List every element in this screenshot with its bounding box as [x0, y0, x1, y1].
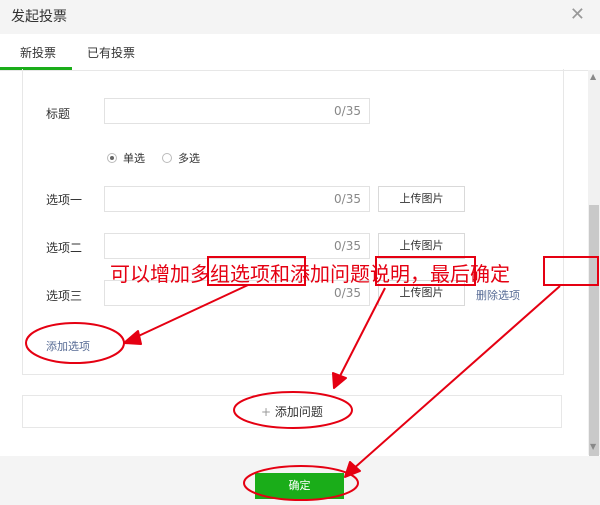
option-input[interactable]: 0/35 [104, 186, 370, 212]
option-label: 选项三 [46, 289, 83, 303]
tab-bar: 新投票 已有投票 [0, 34, 600, 71]
title-input[interactable]: 0/35 [104, 98, 370, 124]
confirm-button[interactable]: 确定 [255, 473, 344, 499]
radio-multi-label: 多选 [178, 152, 200, 165]
annotation-box [207, 256, 306, 286]
option-char-count: 0/35 [334, 192, 361, 206]
title-char-count: 0/35 [334, 104, 361, 118]
option-char-count: 0/35 [334, 286, 361, 300]
annotation-box [543, 256, 599, 286]
radio-checked-icon [107, 153, 117, 163]
radio-single[interactable]: 单选 [107, 150, 145, 166]
annotation-box [375, 256, 476, 286]
option-label: 选项一 [46, 193, 83, 207]
scroll-down-icon[interactable]: ▼ [590, 442, 596, 451]
add-question-label: 添加问题 [274, 405, 323, 419]
dialog-titlebar: 发起投票 ✕ [0, 0, 600, 34]
upload-image-button[interactable]: 上传图片 [378, 186, 465, 212]
option-char-count: 0/35 [334, 239, 361, 253]
close-icon[interactable]: ✕ [570, 4, 585, 25]
radio-multi[interactable]: 多选 [162, 150, 200, 166]
add-question-button[interactable]: + 添加问题 [22, 395, 562, 428]
title-label: 标题 [46, 107, 71, 121]
dialog-title: 发起投票 [11, 9, 67, 25]
radio-single-label: 单选 [123, 152, 145, 165]
add-option-link[interactable]: 添加选项 [46, 338, 90, 354]
delete-option-link[interactable]: 删除选项 [476, 287, 520, 303]
scroll-up-icon[interactable]: ▲ [590, 72, 596, 81]
tab-existing-votes[interactable]: 已有投票 [87, 44, 135, 61]
tab-new-vote[interactable]: 新投票 [20, 44, 56, 61]
plus-icon: + [261, 405, 275, 419]
radio-unchecked-icon [162, 153, 172, 163]
option-label: 选项二 [46, 241, 83, 255]
